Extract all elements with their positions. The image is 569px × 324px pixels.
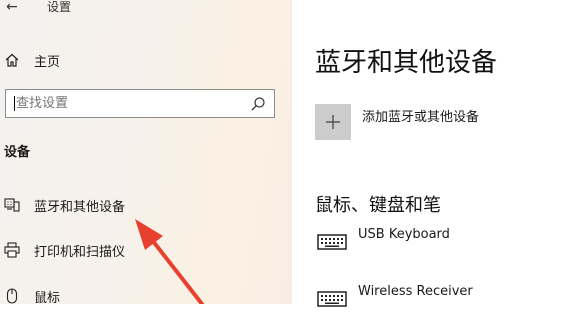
device-item[interactable]: USB Keyboard — [315, 227, 569, 267]
search-icon[interactable] — [250, 96, 266, 112]
plus-icon — [326, 115, 340, 129]
add-device-label[interactable]: 添加蓝牙或其他设备 — [362, 106, 479, 125]
page-title: 蓝牙和其他设备 — [315, 48, 498, 78]
window-title: 设置 — [47, 0, 72, 14]
search-box[interactable] — [5, 89, 275, 118]
sidebar-item-label: 蓝牙和其他设备 — [34, 199, 126, 215]
back-arrow-icon[interactable]: ← — [6, 0, 18, 15]
sidebar-item-label: 打印机和扫描仪 — [34, 244, 126, 260]
text-caret — [14, 96, 15, 111]
sidebar-item-printers[interactable]: 打印机和扫描仪 — [0, 236, 291, 264]
section-heading-mouse-keyboard-pen: 鼠标、键盘和笔 — [315, 195, 441, 216]
keyboard-icon — [317, 290, 347, 308]
device-name: USB Keyboard — [358, 227, 450, 242]
sidebar-item-mouse[interactable]: 鼠标 — [0, 282, 291, 304]
sidebar-item-home[interactable]: 主页 — [0, 46, 291, 74]
pane-divider — [291, 0, 292, 304]
home-label: 主页 — [34, 54, 61, 70]
section-title-devices: 设备 — [4, 145, 31, 160]
keyboard-icon — [317, 233, 347, 251]
home-icon — [4, 52, 20, 68]
device-name: Wireless Receiver — [358, 284, 473, 299]
printer-icon — [4, 242, 20, 258]
bluetooth-devices-icon — [4, 197, 20, 213]
search-input[interactable] — [16, 90, 248, 117]
device-item[interactable]: Wireless Receiver — [315, 284, 569, 324]
sidebar-item-bluetooth[interactable]: 蓝牙和其他设备 — [0, 191, 291, 219]
sidebar-item-label: 鼠标 — [34, 290, 61, 305]
add-device-button[interactable] — [315, 104, 351, 140]
sidebar: ← 设置 主页 设备 蓝牙和其他设备 打印机和扫描仪 鼠标 — [0, 0, 291, 304]
mouse-icon — [4, 288, 20, 304]
